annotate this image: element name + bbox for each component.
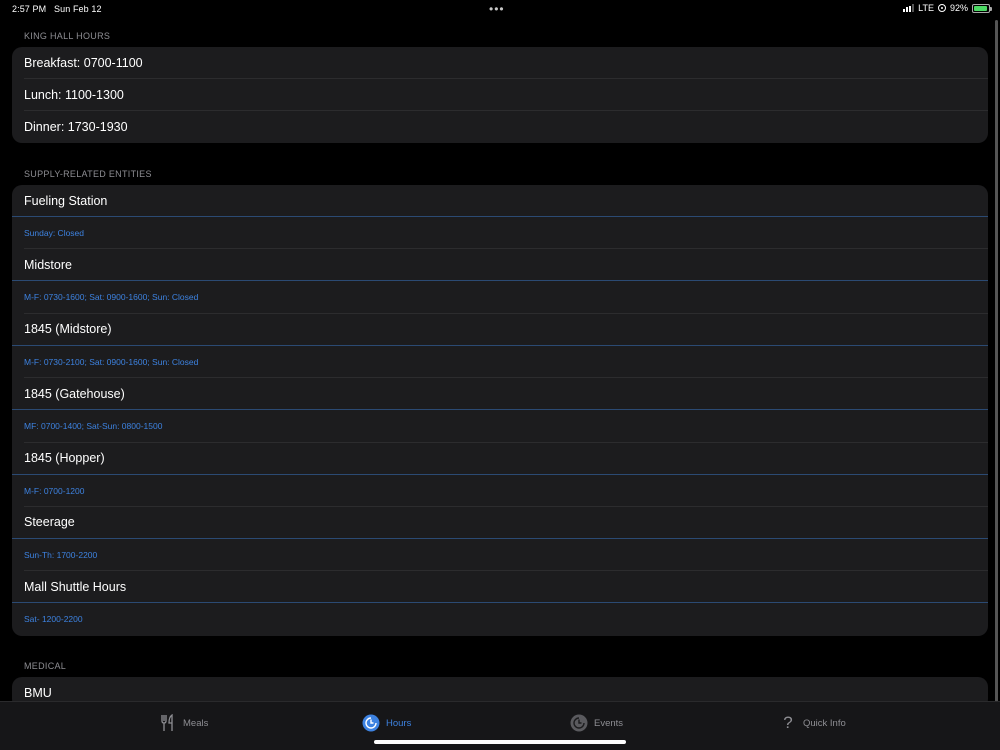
section-header-king-hall: KING HALL HOURS — [24, 31, 111, 41]
status-indicators: LTE 92% — [903, 3, 992, 13]
battery-percent: 92% — [949, 3, 968, 13]
scroll-indicator[interactable] — [995, 20, 998, 720]
status-bar: 2:57 PM Sun Feb 12 ••• LTE 92% — [0, 0, 1000, 20]
status-time-value: 2:57 PM — [12, 4, 47, 14]
battery-icon — [972, 3, 992, 13]
entity-steerage[interactable]: Steerage Sun-Th: 1700-2200 — [12, 507, 988, 572]
entity-hours: M-F: 0730-1600; Sat: 0900-1600; Sun: Clo… — [24, 292, 199, 303]
entity-hours: MF: 0700-1400; Sat-Sun: 0800-1500 — [24, 421, 163, 432]
tab-label: Hours — [386, 717, 412, 729]
entity-name: 1845 (Hopper) — [12, 443, 988, 475]
network-type: LTE — [918, 3, 934, 13]
entity-name: Midstore — [12, 249, 988, 282]
tab-label: Events — [594, 717, 624, 729]
status-date: Sun Feb 12 — [54, 4, 102, 14]
tab-quick-info[interactable]: ? Quick Info — [779, 712, 846, 734]
entity-hours: Sat- 1200-2200 — [24, 614, 83, 625]
entity-1845-midstore[interactable]: 1845 (Midstore) M-F: 0730-2100; Sat: 090… — [12, 314, 988, 379]
entity-mall-shuttle[interactable]: Mall Shuttle Hours Sat- 1200-2200 — [12, 571, 988, 635]
entity-name: Fueling Station — [12, 185, 988, 217]
king-hall-row-dinner[interactable]: Dinner: 1730-1930 — [12, 111, 988, 143]
entity-1845-gatehouse[interactable]: 1845 (Gatehouse) MF: 0700-1400; Sat-Sun:… — [12, 378, 988, 443]
king-hall-group: Breakfast: 0700-1100 Lunch: 1100-1300 Di… — [12, 47, 988, 143]
tab-label: Meals — [183, 717, 209, 729]
entity-hours: Sunday: Closed — [24, 228, 85, 238]
entity-hours: Sun-Th: 1700-2200 — [24, 549, 98, 560]
entity-name: 1845 (Midstore) — [12, 314, 988, 346]
supply-group: Fueling Station Sunday: Closed Midstore … — [12, 185, 988, 636]
home-indicator[interactable] — [374, 740, 626, 744]
entity-hours: M-F: 0730-2100; Sat: 0900-1600; Sun: Clo… — [24, 356, 199, 367]
orientation-lock-icon — [937, 4, 946, 12]
section-header-medical: MEDICAL — [24, 661, 67, 671]
question-mark-icon: ? — [783, 713, 793, 732]
multitasking-dots-icon[interactable]: ••• — [489, 2, 505, 16]
section-header-supply: SUPPLY-RELATED ENTITIES — [24, 169, 152, 179]
tab-meals[interactable]: Meals — [159, 712, 208, 734]
clock-icon — [362, 714, 380, 732]
fork-knife-icon — [159, 714, 177, 732]
entity-name: Mall Shuttle Hours — [12, 571, 988, 604]
king-hall-row-breakfast[interactable]: Breakfast: 0700-1100 — [12, 47, 988, 79]
tab-label: Quick Info — [803, 717, 846, 729]
tab-hours[interactable]: Hours — [362, 712, 411, 734]
entity-name: 1845 (Gatehouse) — [12, 378, 988, 411]
entity-midstore[interactable]: Midstore M-F: 0730-1600; Sat: 0900-1600;… — [12, 249, 988, 315]
entity-hours: M-F: 0700-1200 — [24, 485, 85, 496]
entity-1845-hopper[interactable]: 1845 (Hopper) M-F: 0700-1200 — [12, 443, 988, 508]
entity-name: Steerage — [12, 507, 988, 539]
king-hall-row-lunch[interactable]: Lunch: 1100-1300 — [12, 79, 988, 111]
clock-outline-icon — [570, 714, 588, 732]
tab-events[interactable]: Events — [570, 712, 623, 734]
status-time: 2:57 PM Sun Feb 12 — [12, 4, 102, 14]
app-screen: 2:57 PM Sun Feb 12 ••• LTE 92% KING HALL… — [0, 0, 1000, 750]
entity-fueling-station[interactable]: Fueling Station Sunday: Closed — [12, 185, 988, 250]
cellular-signal-icon — [903, 4, 915, 12]
